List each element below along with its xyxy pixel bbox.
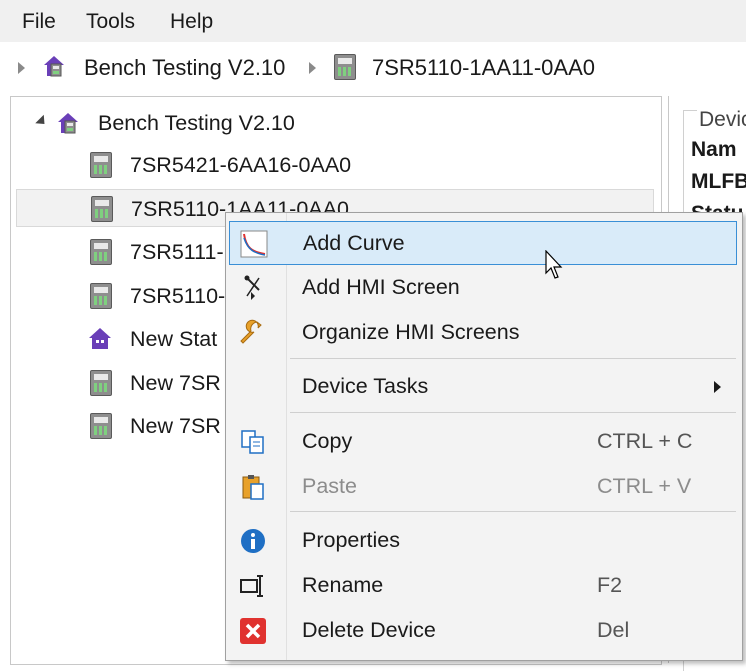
- menu-item-rename[interactable]: Rename F2: [229, 564, 737, 608]
- breadcrumb: Bench Testing V2.10 7SR5110-1AA11-0AA0: [0, 42, 746, 94]
- tree-item-label: 7SR5111-: [130, 240, 224, 264]
- station-house-icon: [89, 328, 111, 349]
- menu-file[interactable]: File: [22, 10, 56, 34]
- menu-item-organize-hmi-screens[interactable]: Organize HMI Screens: [229, 311, 737, 355]
- delete-icon: [240, 618, 266, 644]
- device-icon: [91, 196, 113, 222]
- device-icon: [334, 54, 356, 80]
- mouse-cursor-icon: [545, 250, 563, 279]
- context-menu: Add Curve Add HMI Screen Organize HMI Sc…: [225, 212, 743, 661]
- rename-icon: [240, 575, 263, 597]
- device-icon: [90, 283, 112, 309]
- tree-item-label: New Stat: [130, 327, 218, 351]
- menu-item-device-tasks[interactable]: Device Tasks: [229, 365, 737, 409]
- collapse-icon[interactable]: [35, 114, 49, 129]
- copy-icon: [241, 430, 264, 454]
- menu-item-copy[interactable]: Copy CTRL + C: [229, 420, 737, 464]
- menu-item-label: Device Tasks: [302, 374, 429, 398]
- device-icon: [90, 239, 112, 265]
- tree-item-device[interactable]: 7SR5111-: [20, 233, 230, 271]
- name-field-label: Nam: [691, 138, 737, 161]
- menu-separator: [290, 358, 736, 359]
- submenu-arrow-icon: [714, 381, 721, 393]
- menu-item-shortcut: CTRL + V: [597, 474, 692, 498]
- tree-item-label: 7SR5110-: [130, 284, 226, 308]
- menu-item-label: Paste: [302, 474, 357, 498]
- curve-icon: [240, 230, 268, 258]
- menu-item-delete-device[interactable]: Delete Device Del: [229, 609, 737, 653]
- tree-item-station[interactable]: New Stat: [20, 320, 230, 358]
- wrench-icon: [240, 319, 262, 344]
- menu-separator: [290, 412, 736, 413]
- hmi-screen-icon: [244, 275, 260, 300]
- tree-item-device[interactable]: 7SR5421-6AA16-0AA0: [20, 146, 650, 184]
- menu-item-paste[interactable]: Paste CTRL + V: [229, 465, 737, 509]
- menu-item-label: Delete Device: [302, 618, 436, 642]
- device-icon: [90, 152, 112, 178]
- project-house-icon: [58, 113, 78, 134]
- tree-root-label: Bench Testing V2.10: [98, 111, 295, 135]
- menu-item-add-curve[interactable]: Add Curve: [229, 221, 737, 265]
- tree-item-label: 7SR5421-6AA16-0AA0: [130, 153, 352, 177]
- menu-item-shortcut: CTRL + C: [597, 429, 693, 453]
- breadcrumb-expand-icon[interactable]: [18, 62, 25, 74]
- project-house-icon: [44, 56, 64, 77]
- tree-item-device[interactable]: New 7SR: [20, 407, 230, 445]
- device-icon: [90, 370, 112, 396]
- tree-item-device[interactable]: New 7SR: [20, 364, 230, 402]
- mlfb-field-label: MLFB: [691, 170, 746, 193]
- menu-item-label: Rename: [302, 573, 384, 597]
- menu-item-shortcut: F2: [597, 573, 623, 597]
- tree-root[interactable]: Bench Testing V2.10: [20, 104, 650, 142]
- menu-item-label: Add HMI Screen: [302, 275, 460, 299]
- device-group-label: Devic: [697, 108, 746, 132]
- tree-item-label: New 7SR: [130, 414, 221, 438]
- menu-item-label: Organize HMI Screens: [302, 320, 520, 344]
- menu-item-properties[interactable]: Properties: [229, 519, 737, 563]
- menu-help[interactable]: Help: [170, 10, 213, 34]
- paste-icon: [242, 475, 264, 500]
- breadcrumb-separator-icon[interactable]: [309, 62, 316, 74]
- tree-item-label: New 7SR: [130, 371, 221, 395]
- device-icon: [90, 413, 112, 439]
- info-icon: [241, 529, 265, 553]
- menu-item-add-hmi-screen[interactable]: Add HMI Screen: [229, 266, 737, 310]
- menu-separator: [290, 511, 736, 512]
- menu-item-shortcut: Del: [597, 618, 630, 642]
- menu-tools[interactable]: Tools: [86, 10, 135, 34]
- menu-item-label: Properties: [302, 528, 400, 552]
- tree-item-device[interactable]: 7SR5110-: [20, 277, 230, 315]
- breadcrumb-project[interactable]: Bench Testing V2.10: [84, 55, 285, 81]
- menu-item-label: Add Curve: [303, 231, 405, 255]
- breadcrumb-device[interactable]: 7SR5110-1AA11-0AA0: [372, 55, 595, 81]
- menu-bar: File Tools Help: [0, 0, 746, 42]
- menu-item-label: Copy: [302, 429, 353, 453]
